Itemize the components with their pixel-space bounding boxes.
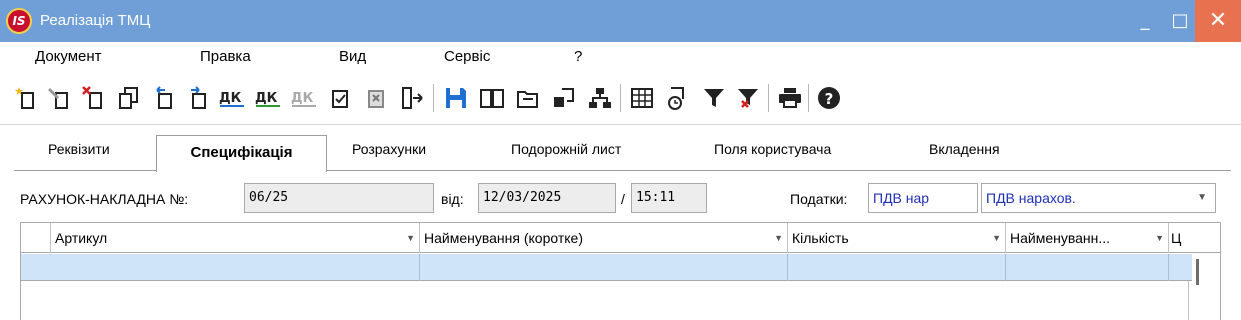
svg-text:ДК: ДК bbox=[291, 91, 314, 106]
tab-settlements[interactable]: Розрахунки bbox=[352, 141, 426, 157]
save-icon[interactable] bbox=[442, 84, 470, 112]
debit-credit-disabled-icon[interactable]: ДК bbox=[290, 84, 318, 112]
column-header-name[interactable]: Найменуванн... ▼ bbox=[1006, 223, 1169, 253]
filter-dropdown-icon[interactable]: ▼ bbox=[774, 223, 783, 253]
table-row[interactable] bbox=[21, 254, 1192, 281]
date-label: від: bbox=[441, 191, 464, 207]
invoice-label: РАХУНОК-НАКЛАДНА №: bbox=[20, 191, 189, 207]
cell-short-name[interactable] bbox=[420, 254, 788, 281]
toolbar: ДК ДК ДК ? bbox=[0, 70, 1241, 126]
column-header-quantity[interactable]: Кількість ▼ bbox=[788, 223, 1006, 253]
tab-bar: Реквізити Специфікація Розрахунки Подоро… bbox=[0, 125, 1241, 172]
vertical-scrollbar[interactable] bbox=[1196, 259, 1199, 285]
chevron-down-icon[interactable]: ▼ bbox=[1197, 184, 1207, 212]
toolbar-separator bbox=[620, 84, 621, 112]
title-bar: IS Реалізація ТМЦ _ □ ✕ bbox=[0, 0, 1241, 42]
post-document-icon[interactable] bbox=[326, 84, 354, 112]
menu-document[interactable]: Документ bbox=[35, 48, 102, 65]
filter-dropdown-icon[interactable]: ▼ bbox=[406, 223, 415, 253]
filter-dropdown-icon[interactable]: ▼ bbox=[1155, 223, 1164, 253]
history-icon[interactable] bbox=[664, 84, 692, 112]
invoice-number-field[interactable]: 06/25 bbox=[244, 183, 434, 213]
grid-header: Артикул ▼ Найменування (коротке) ▼ Кільк… bbox=[21, 223, 1220, 253]
hierarchy-icon[interactable] bbox=[586, 84, 614, 112]
menu-service[interactable]: Сервіс bbox=[444, 48, 490, 65]
toolbar-separator bbox=[808, 84, 809, 112]
print-icon[interactable] bbox=[776, 84, 804, 112]
debit-credit-icon[interactable]: ДК bbox=[218, 84, 246, 112]
tab-attachments[interactable]: Вкладення bbox=[929, 141, 1000, 157]
column-header-label: Артикул bbox=[55, 230, 108, 246]
edit-document-icon[interactable] bbox=[46, 84, 74, 112]
tab-specification[interactable]: Специфікація bbox=[156, 135, 327, 172]
specification-grid: Артикул ▼ Найменування (коротке) ▼ Кільк… bbox=[20, 222, 1221, 320]
debit-credit-alt-icon[interactable]: ДК bbox=[254, 84, 282, 112]
app-logo: IS bbox=[6, 8, 32, 34]
menu-bar: Документ Правка Вид Сервіс ? bbox=[0, 42, 1241, 70]
time-separator: / bbox=[621, 191, 625, 207]
export-icon[interactable] bbox=[550, 84, 578, 112]
maximize-button[interactable]: □ bbox=[1160, 0, 1200, 42]
cancel-post-icon[interactable] bbox=[362, 84, 390, 112]
move-up-icon[interactable] bbox=[150, 84, 178, 112]
date-field[interactable]: 12/03/2025 bbox=[478, 183, 616, 213]
svg-text:?: ? bbox=[825, 90, 834, 108]
time-field[interactable]: 15:11 bbox=[631, 183, 707, 213]
menu-help[interactable]: ? bbox=[574, 48, 582, 65]
open-folder-icon[interactable] bbox=[514, 84, 542, 112]
filter-icon[interactable] bbox=[700, 84, 728, 112]
tab-requisites[interactable]: Реквізити bbox=[48, 141, 110, 157]
tax-code-field[interactable]: ПДВ нар bbox=[868, 183, 978, 213]
svg-text:ДК: ДК bbox=[255, 91, 278, 106]
taxes-label: Податки: bbox=[790, 191, 848, 207]
tax-name-value: ПДВ нарахов. bbox=[986, 190, 1076, 206]
menu-edit[interactable]: Правка bbox=[200, 48, 251, 65]
minimize-button[interactable]: _ bbox=[1125, 0, 1165, 42]
column-header-short-name[interactable]: Найменування (коротке) ▼ bbox=[420, 223, 788, 253]
column-header-label: Кількість bbox=[792, 230, 849, 246]
new-document-icon[interactable] bbox=[12, 84, 40, 112]
row-indicator-header bbox=[21, 223, 51, 253]
filter-dropdown-icon[interactable]: ▼ bbox=[992, 223, 1001, 253]
cell-quantity[interactable] bbox=[788, 254, 1006, 281]
clear-filter-icon[interactable] bbox=[734, 84, 762, 112]
toolbar-separator bbox=[768, 84, 769, 112]
tab-user-fields[interactable]: Поля користувача bbox=[714, 141, 831, 157]
table-icon[interactable] bbox=[628, 84, 656, 112]
column-header-price[interactable]: Ц bbox=[1169, 223, 1189, 253]
help-icon[interactable]: ? bbox=[815, 84, 843, 112]
move-down-icon[interactable] bbox=[184, 84, 212, 112]
cell-name[interactable] bbox=[1006, 254, 1169, 281]
copy-document-icon[interactable] bbox=[114, 84, 142, 112]
svg-text:ДК: ДК bbox=[219, 91, 242, 106]
book-icon[interactable] bbox=[478, 84, 506, 112]
exit-icon[interactable] bbox=[398, 84, 426, 112]
toolbar-separator bbox=[433, 84, 434, 112]
window-title: Реалізація ТМЦ bbox=[40, 12, 151, 29]
column-header-article[interactable]: Артикул ▼ bbox=[51, 223, 420, 253]
column-header-label: Найменування (коротке) bbox=[424, 230, 583, 246]
cell-article[interactable] bbox=[51, 254, 420, 281]
tab-waybill[interactable]: Подорожній лист bbox=[511, 141, 621, 157]
tax-name-select[interactable]: ПДВ нарахов. ▼ bbox=[981, 183, 1216, 213]
menu-view[interactable]: Вид bbox=[339, 48, 366, 65]
column-header-label: Найменуванн... bbox=[1010, 230, 1111, 246]
delete-document-icon[interactable] bbox=[80, 84, 108, 112]
close-button[interactable]: ✕ bbox=[1195, 0, 1241, 42]
